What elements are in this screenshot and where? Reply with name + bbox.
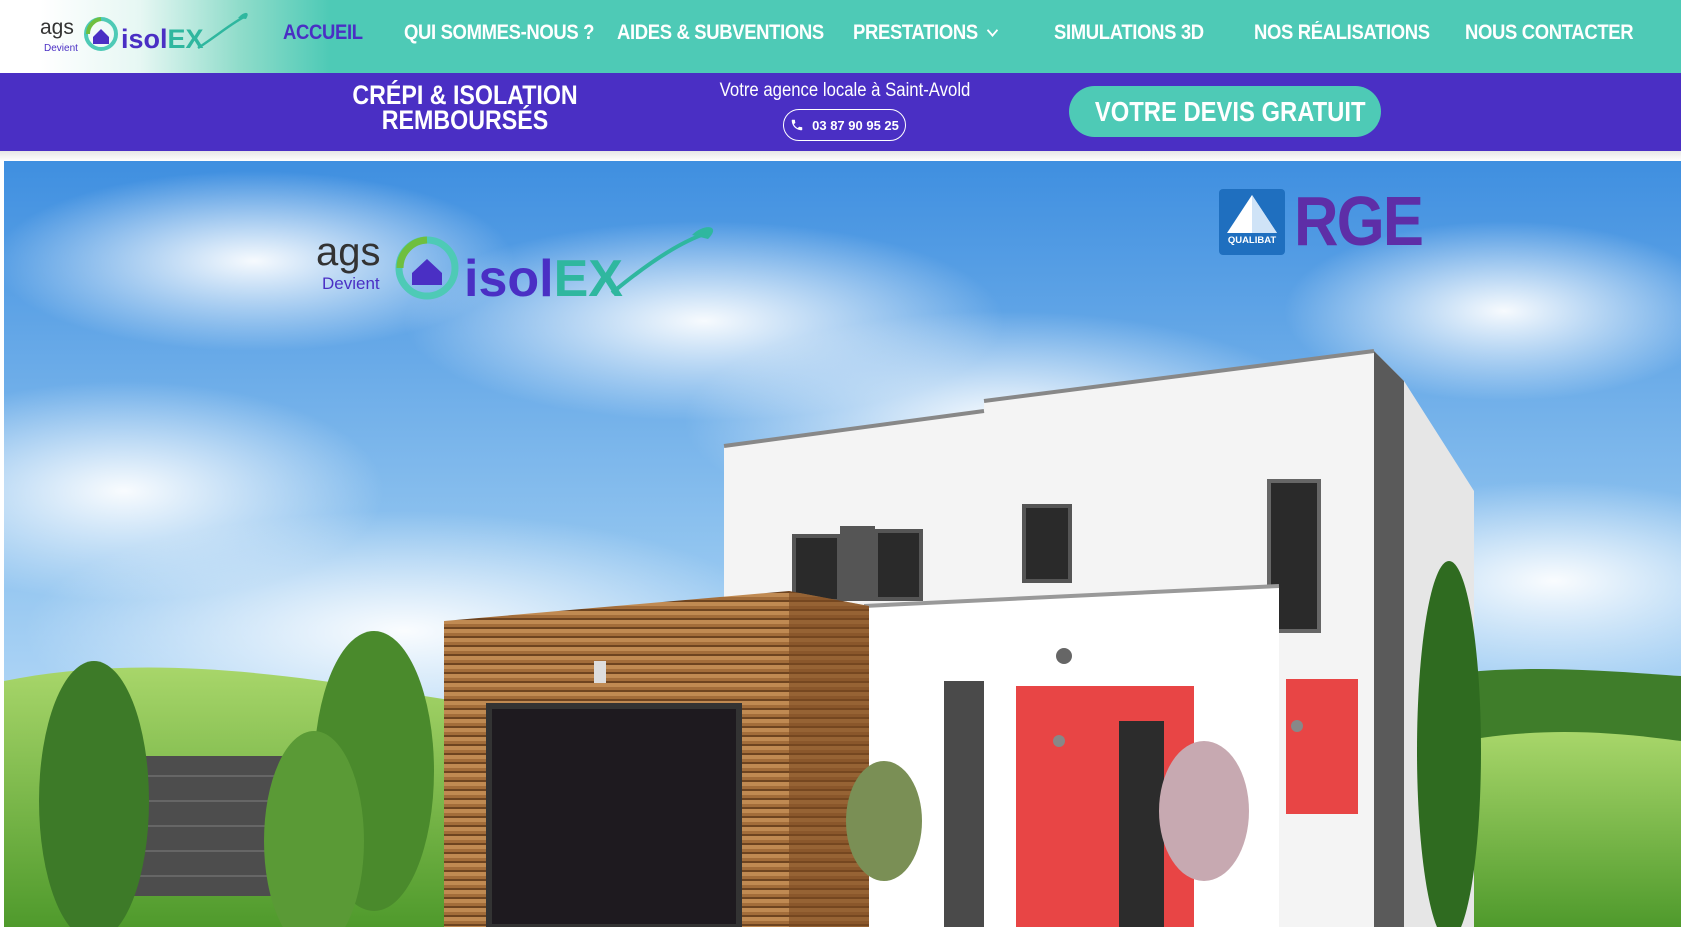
svg-text:Devient: Devient (322, 274, 380, 293)
cta-label: VOTRE DEVIS GRATUIT (1094, 95, 1366, 127)
free-quote-button[interactable]: VOTRE DEVIS GRATUIT (1069, 86, 1381, 137)
chevron-down-icon[interactable] (986, 23, 998, 37)
hero-banner: ags Devient isolEX QUALIBAT RGE (4, 161, 1681, 927)
separator (0, 151, 1681, 161)
nav-item-nos-realisations[interactable]: NOS RÉALISATIONS (1254, 21, 1440, 45)
nav-item-aides-subventions[interactable]: AIDES & SUBVENTIONS (617, 21, 825, 45)
phone-button[interactable]: 03 87 90 95 25 (783, 109, 906, 141)
house-photo (4, 161, 1681, 927)
phone-icon (791, 119, 803, 131)
hero-logo: ags Devient isolEX (312, 223, 732, 313)
top-navigation: ags Devient isolEX ACCUEIL QUI SOMMES-NO… (0, 0, 1681, 73)
info-bar: CRÉPI & ISOLATION REMBOURSÉS Votre agenc… (0, 73, 1681, 151)
main-menu: ACCUEIL QUI SOMMES-NOUS ? AIDES & SUBVEN… (283, 0, 1635, 65)
svg-text:isolEX: isolEX (464, 250, 623, 308)
nav-item-simulations-3d[interactable]: SIMULATIONS 3D (1054, 21, 1230, 45)
phone-number: 03 87 90 95 25 (812, 117, 899, 133)
nav-item-accueil[interactable]: ACCUEIL (283, 21, 389, 45)
logo-ags-text: ags (40, 16, 74, 39)
agency-text: Votre agence locale à Saint-Avold (719, 80, 971, 101)
house-logo-icon (395, 236, 459, 300)
tagline: CRÉPI & ISOLATION REMBOURSÉS (352, 80, 578, 135)
nav-item-nous-contacter[interactable]: NOUS CONTACTER (1465, 21, 1634, 45)
nav-item-prestations[interactable]: PRESTATIONS (853, 21, 1030, 45)
svg-text:Devient: Devient (44, 43, 78, 54)
nav-item-qui-sommes-nous[interactable]: QUI SOMMES-NOUS ? (404, 21, 594, 45)
svg-text:isolEX: isolEX (121, 24, 204, 54)
svg-text:ags: ags (316, 230, 381, 274)
header-logo[interactable]: ags Devient isolEX (38, 10, 268, 60)
rge-label: RGE (1294, 182, 1424, 260)
qualibat-label: QUALIBAT (1227, 235, 1277, 246)
house-logo-icon (84, 17, 118, 51)
